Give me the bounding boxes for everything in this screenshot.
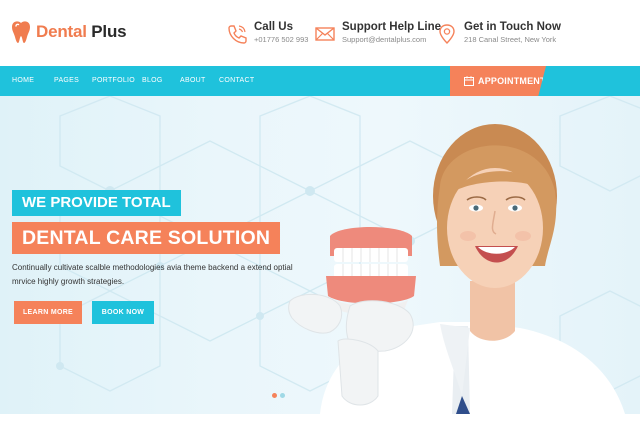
contact-call[interactable]: Call Us +01776 502 993 (226, 21, 308, 45)
nav-item-blog[interactable]: BLOG (142, 77, 163, 84)
contact-location[interactable]: Get in Touch Now 218 Canal Street, New Y… (436, 21, 561, 45)
slider-dot-2[interactable] (280, 393, 285, 398)
site-header: Dental Plus Call Us +01776 502 993 Suppo… (0, 0, 640, 66)
contact-call-phone: +01776 502 993 (254, 35, 309, 44)
contact-location-address: 218 Canal Street, New York (464, 35, 557, 44)
slider-dot-1[interactable] (272, 393, 277, 398)
hero-description: Continually cultivate scalble methodolog… (12, 263, 293, 286)
calendar-icon (464, 76, 474, 86)
book-now-button[interactable]: BOOK NOW (92, 301, 154, 324)
appointment-label: APPOINTMENT (478, 76, 546, 86)
page-bottom-strip (0, 414, 640, 426)
hero-slider (0, 96, 640, 414)
contact-support[interactable]: Support Help Line Support@dentalplus.com (314, 21, 441, 45)
slider-dots (272, 393, 288, 398)
learn-more-button[interactable]: LEARN MORE (14, 301, 82, 324)
contact-support-title: Support Help Line (342, 21, 442, 33)
brand-name: Dental Plus (36, 22, 127, 42)
nav-item-portfolio[interactable]: PORTFOLIO (92, 77, 135, 84)
logo[interactable]: Dental Plus (10, 20, 127, 44)
contact-support-email: Support@dentalplus.com (342, 35, 427, 44)
nav-item-about[interactable]: ABOUT (180, 77, 206, 84)
map-pin-icon (439, 24, 455, 44)
nav-item-pages[interactable]: PAGES (54, 77, 79, 84)
brand-name-secondary: Plus (86, 22, 127, 41)
appointment-button[interactable]: APPOINTMENT (450, 66, 546, 96)
hexagon-background (56, 96, 640, 414)
tooth-icon (12, 21, 30, 43)
contact-call-title: Call Us (254, 21, 293, 33)
nav-item-home[interactable]: HOME (12, 77, 34, 84)
hero-headline-line2: DENTAL CARE SOLUTION (12, 222, 281, 254)
envelope-icon (315, 27, 335, 41)
nav-item-contact[interactable]: CONTACT (219, 77, 254, 84)
phone-icon (228, 25, 247, 44)
contact-location-title: Get in Touch Now (464, 21, 561, 33)
hero-headline-line1: WE PROVIDE TOTAL (12, 190, 181, 216)
brand-name-primary: Dental (36, 22, 87, 41)
